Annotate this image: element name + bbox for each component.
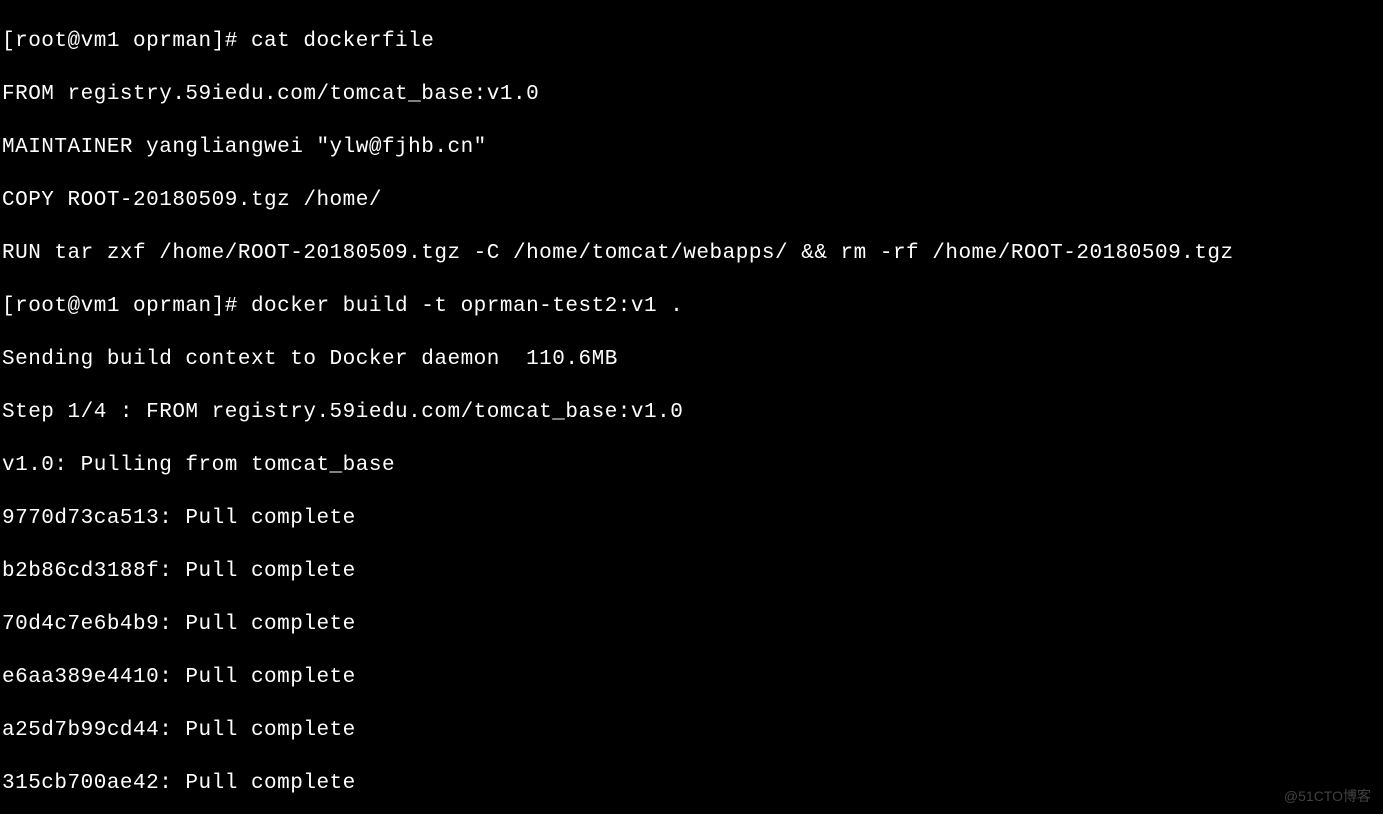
terminal-line: FROM registry.59iedu.com/tomcat_base:v1.… bbox=[2, 82, 1381, 109]
terminal-output[interactable]: [root@vm1 oprman]# cat dockerfile FROM r… bbox=[0, 0, 1383, 814]
terminal-line: [root@vm1 oprman]# docker build -t oprma… bbox=[2, 294, 1381, 321]
terminal-line: 70d4c7e6b4b9: Pull complete bbox=[2, 612, 1381, 639]
terminal-line: 315cb700ae42: Pull complete bbox=[2, 771, 1381, 798]
terminal-line: RUN tar zxf /home/ROOT-20180509.tgz -C /… bbox=[2, 241, 1381, 268]
terminal-line: v1.0: Pulling from tomcat_base bbox=[2, 453, 1381, 480]
terminal-line: b2b86cd3188f: Pull complete bbox=[2, 559, 1381, 586]
terminal-line: Step 1/4 : FROM registry.59iedu.com/tomc… bbox=[2, 400, 1381, 427]
watermark-label: @51CTO博客 bbox=[1284, 786, 1371, 806]
terminal-line: e6aa389e4410: Pull complete bbox=[2, 665, 1381, 692]
terminal-line: MAINTAINER yangliangwei "ylw@fjhb.cn" bbox=[2, 135, 1381, 162]
terminal-line: a25d7b99cd44: Pull complete bbox=[2, 718, 1381, 745]
terminal-line: [root@vm1 oprman]# cat dockerfile bbox=[2, 29, 1381, 56]
terminal-line: 9770d73ca513: Pull complete bbox=[2, 506, 1381, 533]
terminal-line: COPY ROOT-20180509.tgz /home/ bbox=[2, 188, 1381, 215]
terminal-line: Sending build context to Docker daemon 1… bbox=[2, 347, 1381, 374]
